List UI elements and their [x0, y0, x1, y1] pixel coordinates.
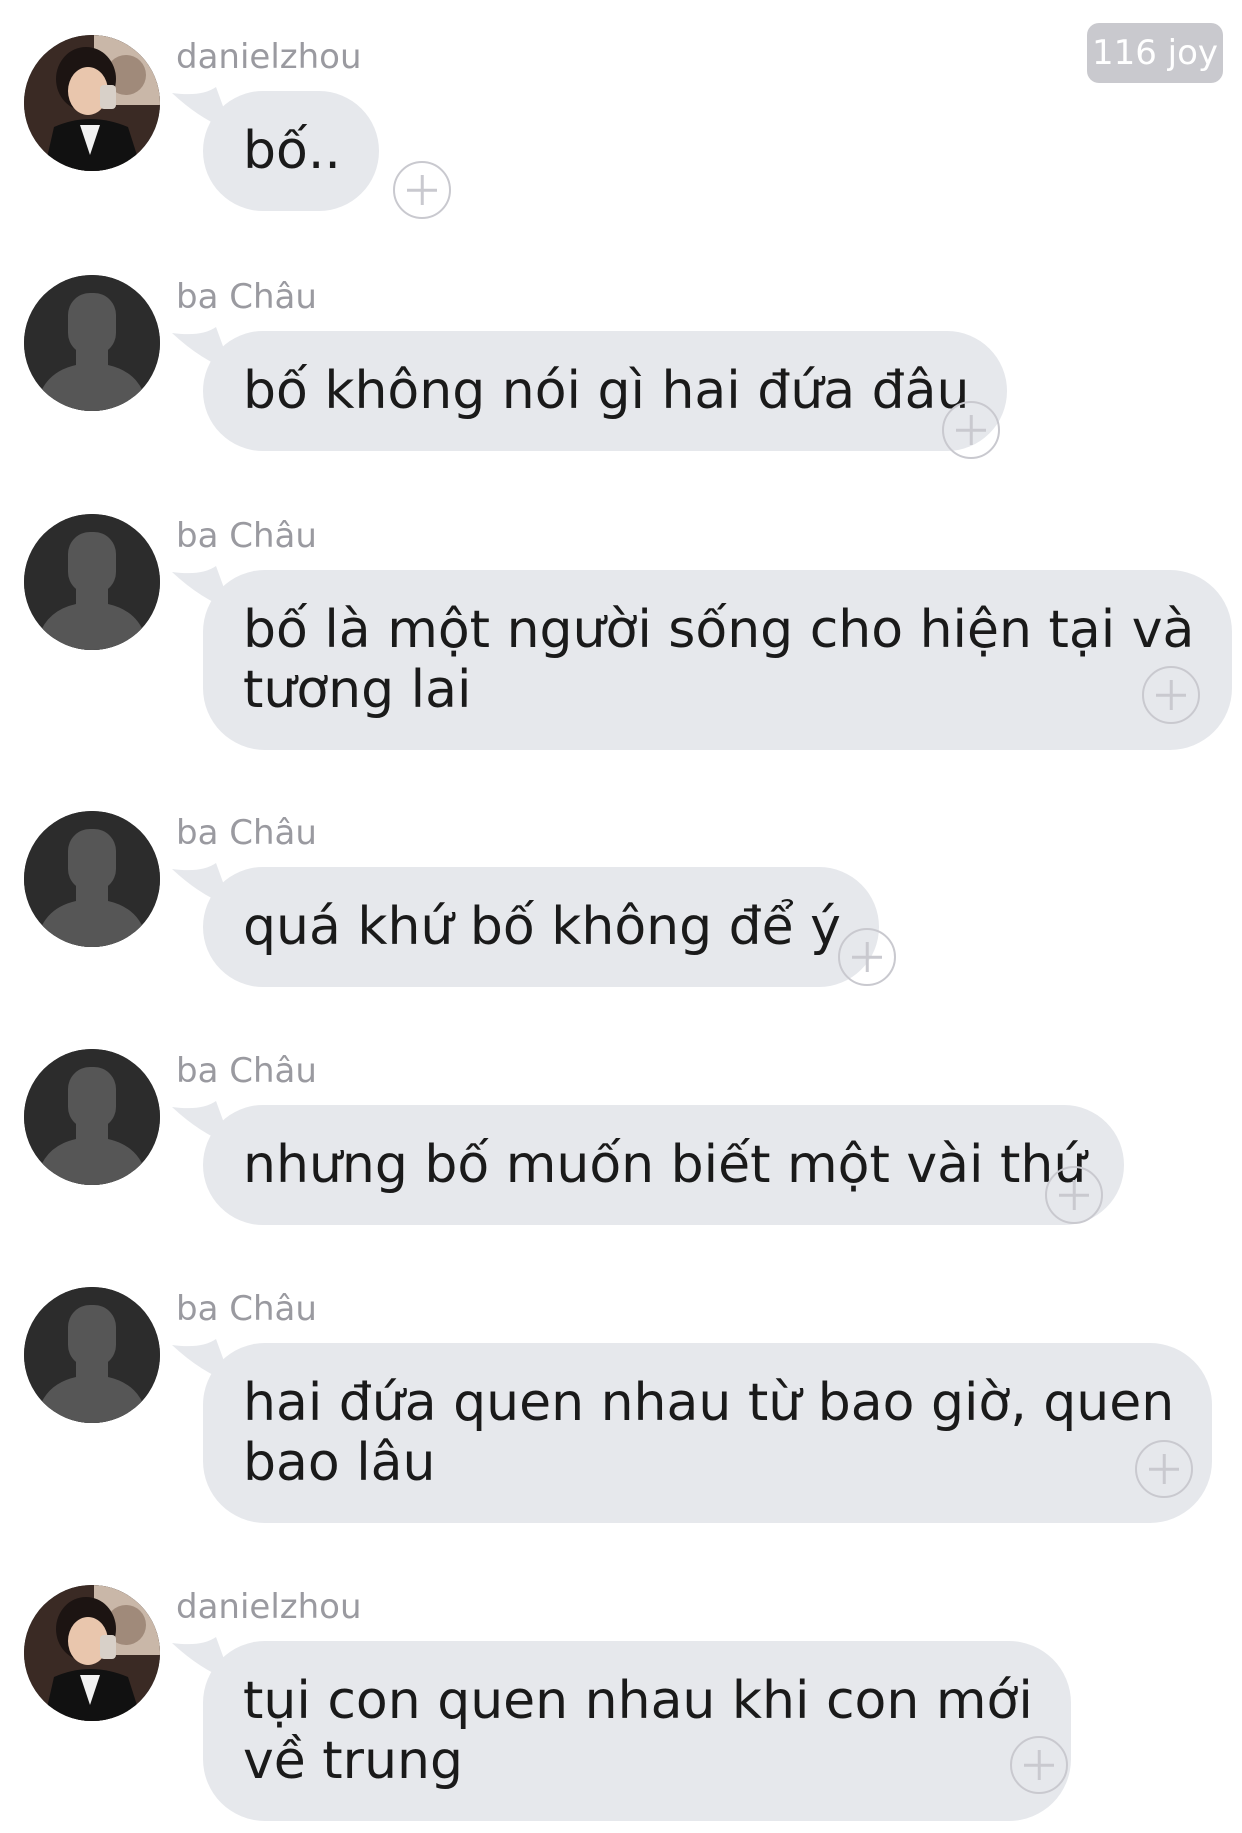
sender-name: ba Châu — [176, 1289, 317, 1329]
default-person-avatar[interactable] — [24, 514, 160, 650]
plus-circle-icon[interactable] — [1142, 666, 1200, 724]
plus-circle-icon[interactable] — [838, 928, 896, 986]
user-photo-avatar[interactable] — [24, 35, 160, 171]
message-bubble[interactable]: tụi con quen nhau khi con mới về trung — [203, 1641, 1071, 1821]
plus-circle-icon[interactable] — [393, 161, 451, 219]
default-person-avatar[interactable] — [24, 1287, 160, 1423]
sender-name: danielzhou — [176, 37, 362, 77]
sender-name: ba Châu — [176, 277, 317, 317]
message-bubble[interactable]: bố không nói gì hai đứa đâu — [203, 331, 1008, 451]
sender-name: ba Châu — [176, 813, 317, 853]
default-person-avatar[interactable] — [24, 275, 160, 411]
plus-circle-icon[interactable] — [1010, 1736, 1068, 1794]
message-bubble[interactable]: bố.. — [203, 91, 379, 211]
message-bubble[interactable]: bố là một người sống cho hiện tại và tươ… — [203, 570, 1233, 750]
joy-count-badge: 116 joy — [1087, 23, 1223, 83]
plus-circle-icon[interactable] — [942, 401, 1000, 459]
message-bubble[interactable]: quá khứ bố không để ý — [203, 867, 879, 987]
message-bubble[interactable]: hai đứa quen nhau từ bao giờ, quen bao l… — [203, 1343, 1213, 1523]
default-person-avatar[interactable] — [24, 811, 160, 947]
sender-name: ba Châu — [176, 1051, 317, 1091]
message-bubble[interactable]: nhưng bố muốn biết một vài thứ — [203, 1105, 1125, 1225]
sender-name: danielzhou — [176, 1587, 362, 1627]
plus-circle-icon[interactable] — [1135, 1440, 1193, 1498]
plus-circle-icon[interactable] — [1045, 1166, 1103, 1224]
default-person-avatar[interactable] — [24, 1049, 160, 1185]
sender-name: ba Châu — [176, 516, 317, 556]
user-photo-avatar[interactable] — [24, 1585, 160, 1721]
